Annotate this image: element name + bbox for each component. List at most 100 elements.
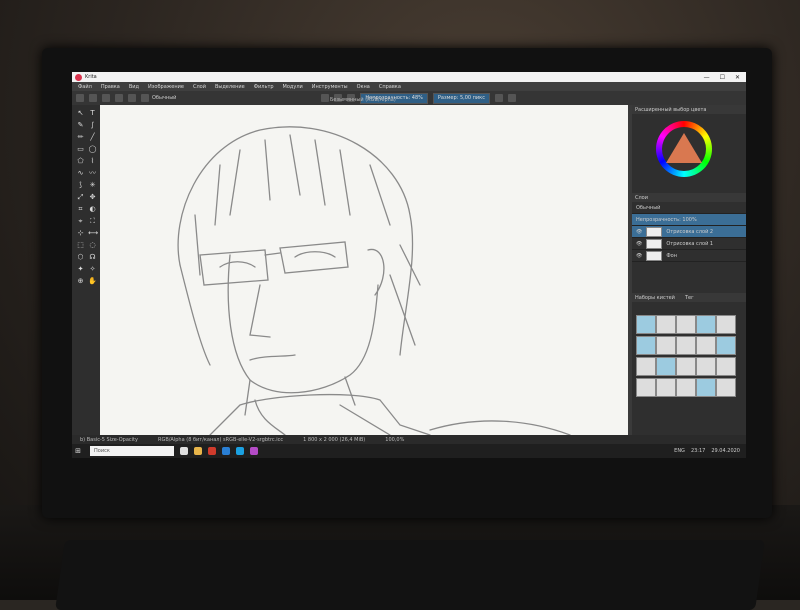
- brush-preset[interactable]: [676, 336, 696, 355]
- transform-tool-icon[interactable]: ⤢: [76, 193, 85, 202]
- bezier-tool-icon[interactable]: ∿: [76, 169, 85, 178]
- brush-preset[interactable]: [656, 357, 676, 376]
- menu-select[interactable]: Выделение: [215, 84, 245, 90]
- visibility-eye-icon[interactable]: 👁: [636, 241, 642, 247]
- freehand-select-icon[interactable]: ☊: [88, 253, 97, 262]
- brush-preset[interactable]: [676, 378, 696, 397]
- brush-preset[interactable]: [696, 336, 716, 355]
- calligraphy-icon[interactable]: ∫: [88, 121, 97, 130]
- brush-preset[interactable]: [676, 315, 696, 334]
- measure-tool-icon[interactable]: ⟷: [88, 229, 98, 238]
- open-document-icon[interactable]: [89, 94, 97, 102]
- brush-preset[interactable]: [656, 315, 676, 334]
- visibility-eye-icon[interactable]: 👁: [636, 229, 642, 235]
- freehand-path-icon[interactable]: 〰: [88, 169, 97, 178]
- brush-preset[interactable]: [696, 378, 716, 397]
- brush-preset[interactable]: [716, 378, 736, 397]
- rect-select-icon[interactable]: ⬚: [76, 241, 85, 250]
- menu-view[interactable]: Вид: [129, 84, 139, 90]
- blend-mode-dropdown[interactable]: Обычный: [632, 202, 746, 214]
- text-tool-icon[interactable]: T: [88, 109, 97, 118]
- brush-preset[interactable]: [696, 315, 716, 334]
- brush-preset[interactable]: [656, 336, 676, 355]
- mirror-horizontal-icon[interactable]: [494, 94, 503, 102]
- line-tool-icon[interactable]: ╱: [88, 133, 97, 142]
- freehand-brush-icon[interactable]: ✏: [76, 133, 85, 142]
- file-explorer-icon[interactable]: [194, 447, 202, 455]
- color-picker-icon[interactable]: ⌖: [76, 217, 85, 226]
- select-shapes-icon[interactable]: ↖: [76, 109, 85, 118]
- menu-layer[interactable]: Слой: [193, 84, 206, 90]
- ellipse-tool-icon[interactable]: ◯: [88, 145, 97, 154]
- mirror-vertical-icon[interactable]: [507, 94, 516, 102]
- brush-preset[interactable]: [716, 357, 736, 376]
- task-view-icon[interactable]: [180, 447, 188, 455]
- zoom-tool-icon[interactable]: ⊕: [76, 277, 85, 286]
- color-triangle[interactable]: [666, 133, 702, 163]
- gradient-icon[interactable]: [115, 94, 123, 102]
- rectangle-tool-icon[interactable]: ▭: [76, 145, 85, 154]
- minimize-button[interactable]: —: [704, 74, 710, 81]
- polyline-tool-icon[interactable]: ⌇: [88, 157, 97, 166]
- brush-preset[interactable]: [636, 336, 656, 355]
- brush-preset[interactable]: [636, 378, 656, 397]
- pan-tool-icon[interactable]: ✋: [88, 277, 97, 286]
- polygon-tool-icon[interactable]: ⬠: [76, 157, 85, 166]
- layer-item[interactable]: 👁 Отрисовка слой 1: [632, 238, 746, 250]
- menu-help[interactable]: Справка: [379, 84, 401, 90]
- similar-select-icon[interactable]: ✧: [88, 265, 97, 274]
- menu-file[interactable]: Файл: [78, 84, 92, 90]
- krita-taskbar-icon[interactable]: [250, 447, 258, 455]
- brush-preset[interactable]: [636, 315, 656, 334]
- ellipse-select-icon[interactable]: ◌: [88, 241, 97, 250]
- opera-browser-icon[interactable]: [208, 447, 216, 455]
- brush-preset[interactable]: [636, 357, 656, 376]
- taskbar-search-input[interactable]: Поиск: [90, 446, 174, 456]
- gradient-tool-icon[interactable]: ◐: [88, 205, 97, 214]
- brush-tag-filter[interactable]: Тег: [685, 295, 694, 301]
- zoom-level[interactable]: 100,0%: [385, 437, 404, 443]
- fill-tool-icon[interactable]: ⛶: [88, 217, 97, 226]
- save-icon[interactable]: [102, 94, 110, 102]
- close-button[interactable]: ✕: [735, 74, 740, 81]
- menu-settings[interactable]: Инструменты: [312, 84, 348, 90]
- brush-preset[interactable]: [716, 336, 736, 355]
- clock-date[interactable]: 29.04.2020: [711, 448, 740, 454]
- brush-preset[interactable]: [696, 357, 716, 376]
- menu-tools[interactable]: Модули: [283, 84, 303, 90]
- visibility-eye-icon[interactable]: 👁: [636, 253, 642, 259]
- drawing-canvas[interactable]: Безымянный (RGB/Alpha): [100, 97, 628, 436]
- crop-tool-icon[interactable]: ⌗: [76, 205, 85, 214]
- clock-time[interactable]: 23:17: [691, 448, 705, 454]
- brush-preset[interactable]: [656, 378, 676, 397]
- skype-icon[interactable]: [236, 447, 244, 455]
- windows-start-icon[interactable]: ⊞: [72, 446, 84, 456]
- eraser-icon[interactable]: [321, 94, 330, 102]
- size-slider[interactable]: Размер: 5,00 пикс: [432, 92, 490, 104]
- brush-preset[interactable]: [676, 357, 696, 376]
- contiguous-select-icon[interactable]: ✦: [76, 265, 85, 274]
- polygon-select-icon[interactable]: ⬡: [76, 253, 85, 262]
- move-tool-icon[interactable]: ✥: [88, 193, 97, 202]
- assistant-tool-icon[interactable]: ⊹: [76, 229, 85, 238]
- brush-preset[interactable]: [716, 315, 736, 334]
- new-document-icon[interactable]: [76, 94, 84, 102]
- language-indicator[interactable]: ENG: [674, 448, 685, 454]
- menu-window[interactable]: Окна: [357, 84, 370, 90]
- menu-edit[interactable]: Правка: [101, 84, 120, 90]
- store-icon[interactable]: [222, 447, 230, 455]
- menu-filter[interactable]: Фильтр: [254, 84, 274, 90]
- blend-mode-selector[interactable]: Обычный: [141, 94, 176, 102]
- layer-thumbnail: [646, 250, 663, 261]
- opacity-control[interactable]: Непрозрачность: 100%: [632, 214, 746, 226]
- dynamic-brush-icon[interactable]: ⟆: [76, 181, 85, 190]
- pattern-icon[interactable]: [128, 94, 136, 102]
- multibrush-icon[interactable]: ✳: [88, 181, 97, 190]
- layer-item[interactable]: 👁 Фон: [632, 250, 746, 262]
- edit-shapes-icon[interactable]: ✎: [76, 121, 85, 130]
- maximize-button[interactable]: ☐: [720, 74, 725, 81]
- brush-preset-grid: [636, 315, 736, 397]
- document-tab[interactable]: Безымянный (RGB/Alpha): [330, 97, 396, 103]
- menu-image[interactable]: Изображение: [148, 84, 184, 90]
- layer-item[interactable]: 👁 Отрисовка слой 2: [632, 226, 746, 238]
